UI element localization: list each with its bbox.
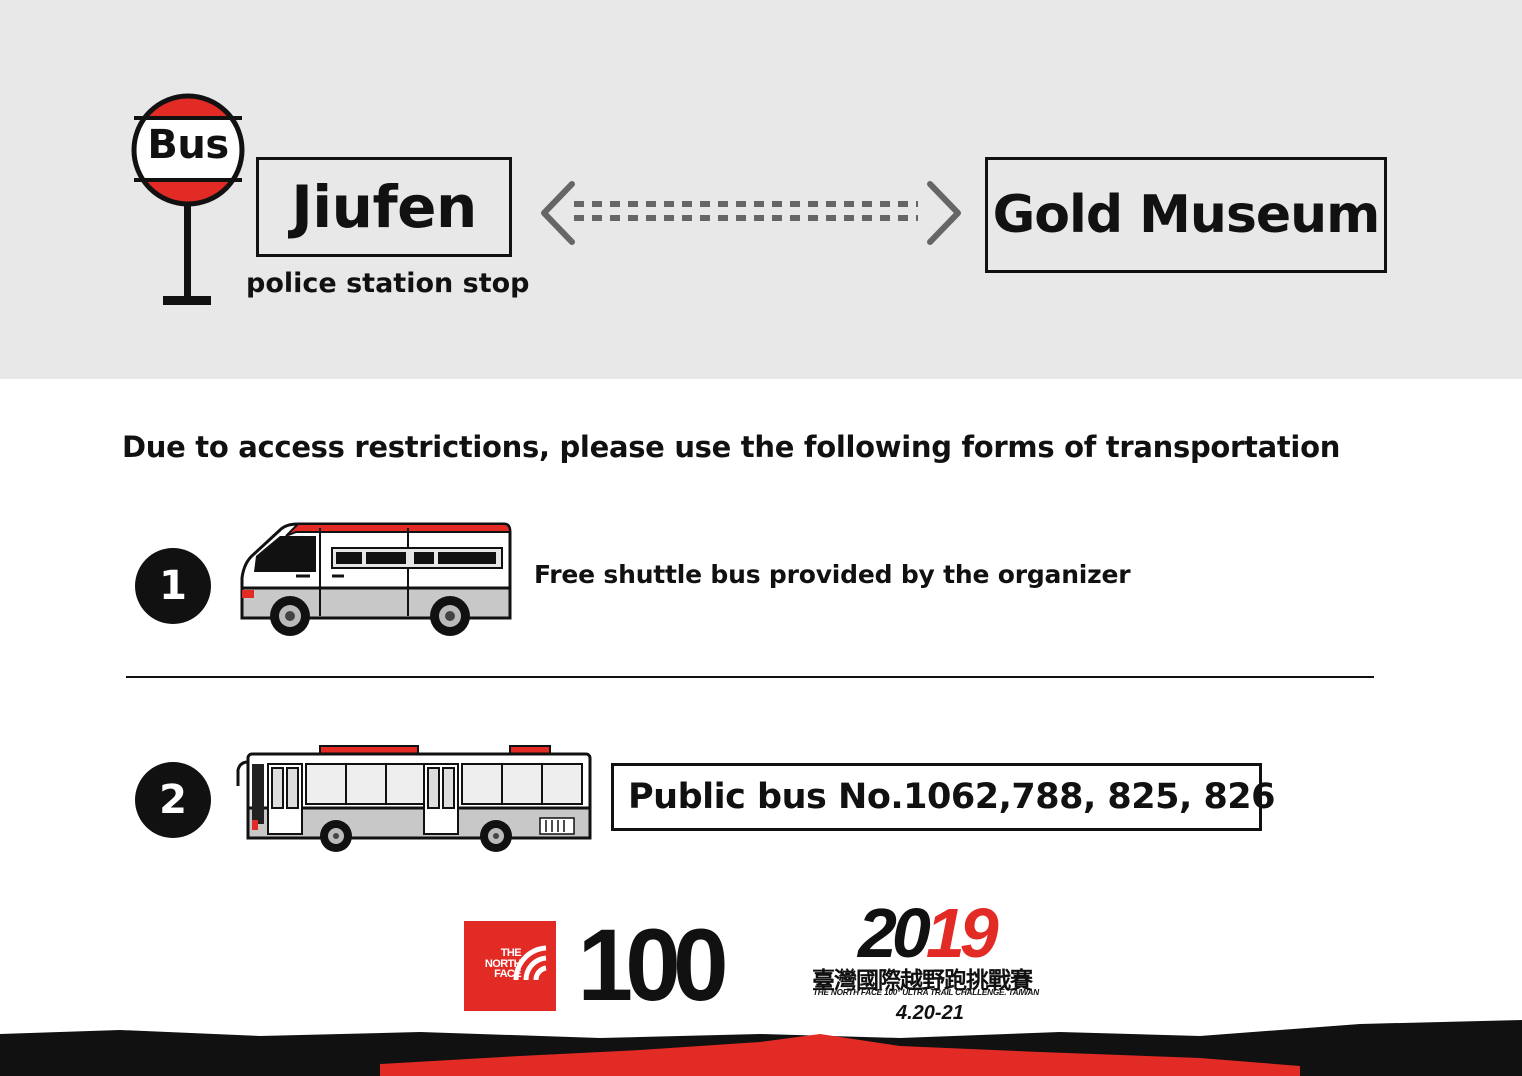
shuttle-van-icon: [240, 522, 512, 636]
option-2-badge: 2: [135, 762, 211, 838]
origin-name: Jiufen: [291, 173, 477, 241]
bus-stop-pole: [184, 206, 191, 298]
public-bus-icon: [236, 745, 592, 852]
origin-box: Jiufen: [256, 157, 512, 257]
bus-sign-label: Bus: [147, 122, 229, 168]
origin-stop-label: police station stop: [246, 268, 530, 299]
option-2-description: Public bus No.1062,788, 825, 826: [628, 777, 1276, 817]
section-divider: [126, 676, 1374, 678]
destination-box: Gold Museum: [985, 157, 1387, 273]
bidirectional-arrow-icon: [541, 181, 961, 245]
option-1-number: 1: [159, 563, 187, 609]
option-1-description: Free shuttle bus provided by the organiz…: [534, 560, 1131, 589]
destination-name: Gold Museum: [992, 185, 1381, 245]
north-face-arcs-icon: [513, 945, 547, 981]
mountain-silhouette: [0, 1020, 1522, 1076]
event-name-english: THE NORTH FACE 100° ULTRA TRAIL CHALLENG…: [813, 988, 1039, 997]
public-bus-box: Public bus No.1062,788, 825, 826: [611, 763, 1276, 831]
access-notice: Due to access restrictions, please use t…: [122, 430, 1341, 464]
option-2-number: 2: [159, 777, 187, 823]
option-1-badge: 1: [135, 548, 211, 624]
bus-stop-pole-base: [163, 296, 211, 305]
hundred-logo: 100: [577, 908, 728, 1022]
